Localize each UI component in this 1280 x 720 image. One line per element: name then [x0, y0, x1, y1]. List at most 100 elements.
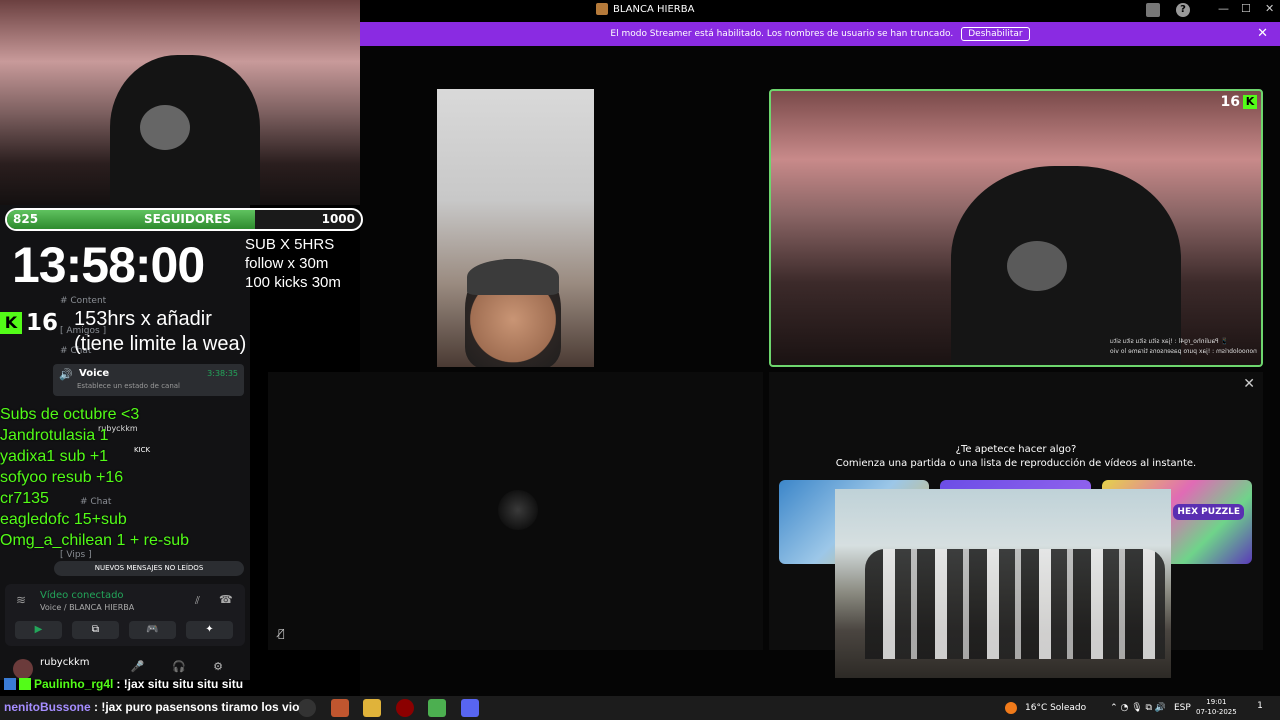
minimize-icon[interactable]: —: [1218, 2, 1229, 15]
close-window-icon[interactable]: ✕: [1265, 2, 1274, 15]
chat-username: Paulinho_rg4l: [34, 677, 114, 691]
taskbar-app-icon[interactable]: [331, 699, 349, 717]
kick-badge: 16 K: [1221, 94, 1257, 110]
hex-puzzle-label: HEX PUZZLE: [1173, 504, 1244, 520]
subs-line: Subs de octubre <3: [0, 406, 140, 423]
chat-message: Paulinho_rg4l : !jax situ situ situ situ: [4, 677, 243, 691]
subathon-timer: 13:58:00: [12, 237, 205, 293]
window-title: BLANCA HIERBA: [596, 3, 694, 15]
mirrored-chat-line: 📱 Paulinho_rg4l : !jax situ situ situ si…: [1110, 338, 1229, 345]
notifications-icon[interactable]: 1: [1253, 701, 1267, 715]
participant-video-tile[interactable]: [437, 89, 594, 367]
signal-icon[interactable]: ≋: [16, 593, 26, 607]
soundboard-button[interactable]: ✦: [186, 621, 233, 639]
system-tray: 16°C Soleado ⌃ ◔ 🎙 ⧉ 🔊 ESP: [1005, 698, 1191, 718]
disconnect-icon[interactable]: ☎: [219, 593, 233, 606]
hours-line: (tiene limite la wea): [74, 333, 247, 355]
subs-line: sofyoo resub +16: [0, 469, 124, 486]
disable-button[interactable]: Deshabilitar: [961, 27, 1030, 41]
kick-logo-icon: K: [0, 312, 22, 334]
screenshare-button[interactable]: ⧉: [72, 621, 119, 639]
streamer-mode-banner: El modo Streamer está habilitado. Los no…: [360, 22, 1280, 46]
inbox-icon[interactable]: [1146, 3, 1160, 17]
participant-cap: [467, 259, 559, 295]
badge-icon: [19, 678, 31, 690]
activity-prompt: ¿Te apetece hacer algo? Comienza una par…: [769, 443, 1263, 471]
voice-location[interactable]: Voice / BLANCA HIERBA: [40, 603, 134, 612]
hours-line: 153hrs x añadir: [74, 308, 212, 330]
voice-channel-status[interactable]: Establece un estado de canal: [77, 382, 180, 390]
audio-only-tile[interactable]: 🎙̸: [268, 372, 763, 650]
badge-icon: [4, 678, 16, 690]
subs-list: Subs de octubre <3 Jandrotulasia 1 yadix…: [0, 404, 189, 551]
server-logo-icon: [596, 3, 608, 15]
subs-line: Jandrotulasia 1: [0, 427, 109, 444]
channel-content[interactable]: # Content: [60, 296, 106, 306]
clock[interactable]: 19:01 07-10-2025: [1196, 697, 1237, 717]
video-crowd: [865, 549, 1165, 659]
voice-channel[interactable]: 🔊 Voice 3:38:35 Establece un estado de c…: [53, 364, 244, 396]
help-icon[interactable]: ?: [1176, 3, 1190, 17]
username[interactable]: rubyckkm: [40, 657, 90, 668]
weather-icon: [1005, 702, 1017, 714]
close-icon[interactable]: ✕: [1257, 26, 1268, 41]
taskbar-app-icon[interactable]: [396, 699, 414, 717]
new-messages-pill[interactable]: NUEVOS MENSAJES NO LEÍDOS: [54, 561, 244, 576]
subs-line: Omg_a_chilean 1 + re-sub: [0, 532, 189, 549]
taskbar-app-icon[interactable]: [298, 699, 316, 717]
kick-counter: K 16: [0, 310, 58, 336]
close-activity-icon[interactable]: ✕: [1243, 376, 1255, 392]
follower-goal: 1000: [321, 212, 355, 226]
avatar[interactable]: [13, 659, 33, 679]
subathon-rules: SUB X 5HRS follow x 30m 100 kicks 30m: [245, 235, 341, 292]
maximize-icon[interactable]: ☐: [1241, 2, 1251, 15]
subs-line: yadixa1 sub +1: [0, 448, 109, 465]
chat-username: nenitoBussone: [4, 700, 91, 714]
webcam-overlay: [0, 0, 360, 205]
noise-suppression-icon[interactable]: ⫽: [195, 594, 200, 608]
discord-icon[interactable]: [461, 699, 479, 717]
weather-text[interactable]: 16°C Soleado: [1025, 703, 1086, 713]
folder-icon[interactable]: [363, 699, 381, 717]
microphone: [1007, 241, 1067, 291]
tray-icons[interactable]: ⌃ ◔ 🎙 ⧉ 🔊: [1110, 703, 1166, 713]
mirrored-chat: 📱 Paulinho_rg4l : !jax situ situ situ si…: [1110, 337, 1257, 357]
muted-icon: 🎙̸: [278, 627, 285, 640]
user-controls-icons[interactable]: 🎤 🎧 ⚙: [131, 660, 235, 673]
speaker-icon: 🔊: [59, 368, 73, 381]
camera-button[interactable]: ▶: [15, 621, 62, 639]
window-title-text: BLANCA HIERBA: [613, 3, 695, 15]
follower-current: 825: [13, 212, 39, 226]
chat-text: : !jax puro pasensons tiramo los vio: [94, 700, 300, 714]
kick-counter-value: 16: [26, 310, 59, 336]
kick-count: 16: [1220, 94, 1240, 110]
title-bar: BLANCA HIERBA ? — ☐ ✕: [360, 0, 1280, 22]
participant-avatar: [498, 490, 538, 530]
language-indicator[interactable]: ESP: [1174, 703, 1191, 713]
clock-date: 07-10-2025: [1196, 708, 1237, 716]
follower-goal-bar: 825 SEGUIDORES 1000: [5, 208, 363, 231]
activity-question: ¿Te apetece hacer algo?: [955, 444, 1077, 455]
streamer-video-tile[interactable]: 16 K 📱 Paulinho_rg4l : !jax situ situ si…: [769, 89, 1263, 367]
subs-line: eagledofc 15+sub: [0, 511, 127, 528]
voice-connection-panel: ≋ Vídeo conectado Voice / BLANCA HIERBA …: [5, 584, 245, 646]
rule-line: follow x 30m: [245, 255, 329, 272]
chat-message: nenitoBussone : !jax puro pasensons tira…: [4, 700, 299, 714]
activity-subtitle: Comienza una partida o una lista de repr…: [835, 458, 1197, 469]
follower-label: SEGUIDORES: [144, 212, 232, 226]
voice-channel-name: Voice: [79, 368, 110, 379]
rule-line: SUB X 5HRS: [245, 236, 335, 253]
rule-line: 100 kicks 30m: [245, 274, 341, 291]
subs-line: cr7135: [0, 490, 49, 507]
category-vips[interactable]: [ Vips ]: [60, 550, 92, 560]
hours-note: 153hrs x añadir (tiene limite la wea): [74, 307, 246, 357]
clock-time: 19:01: [1206, 698, 1227, 706]
activity-button[interactable]: 🎮: [129, 621, 176, 639]
microphone: [140, 105, 190, 150]
user-panel: rubyckkm 🎤 🎧 ⚙: [5, 652, 245, 680]
taskbar-app-icon[interactable]: [428, 699, 446, 717]
banner-text: El modo Streamer está habilitado. Los no…: [610, 29, 954, 39]
voice-channel-time: 3:38:35: [207, 369, 238, 378]
mirrored-chat-line: nonoolobrism : !jax puro pasensons tiram…: [1110, 348, 1257, 355]
voice-status: Vídeo conectado: [40, 590, 124, 601]
